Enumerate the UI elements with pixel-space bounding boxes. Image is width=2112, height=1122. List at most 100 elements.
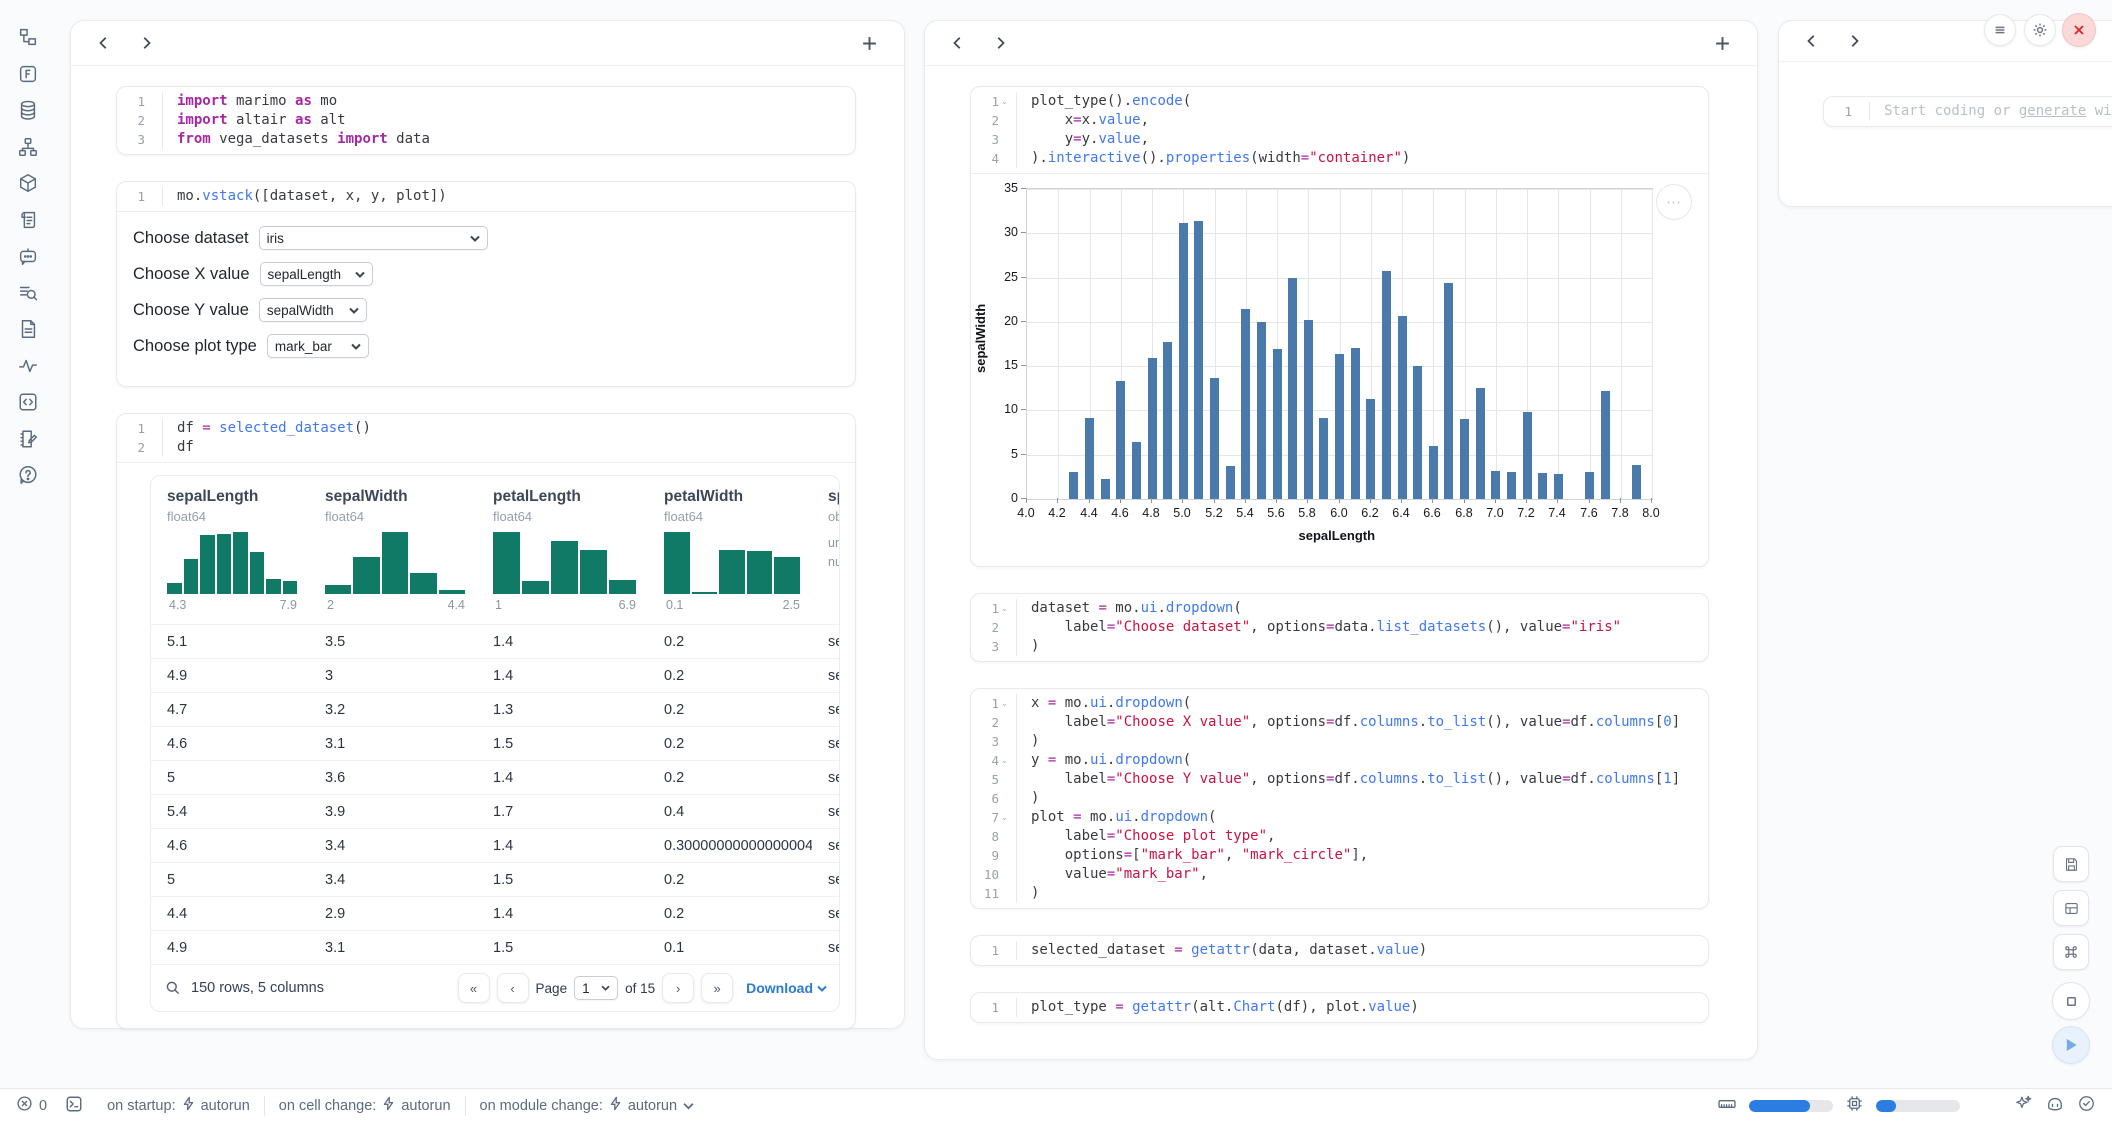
terminal-button[interactable] bbox=[65, 1095, 83, 1117]
fold-marker-icon[interactable]: ⌄ bbox=[999, 603, 1010, 614]
selected-dataset-cell[interactable]: 1selected_dataset = getattr(data, datase… bbox=[970, 935, 1709, 966]
packages-icon[interactable] bbox=[16, 171, 40, 195]
code-line[interactable]: ).interactive().properties(width="contai… bbox=[1017, 149, 1410, 168]
runtime-config-item[interactable]: on module change:autorun bbox=[480, 1096, 695, 1115]
code-line[interactable]: from vega_datasets import data bbox=[163, 130, 430, 149]
choose-type-select[interactable]: mark_bar bbox=[267, 334, 369, 358]
bar-chart-plot-area[interactable] bbox=[1026, 188, 1653, 500]
code-icon[interactable] bbox=[16, 390, 40, 414]
check-circle-icon[interactable] bbox=[2077, 1094, 2096, 1117]
page-select[interactable]: 1 bbox=[574, 976, 618, 1000]
table-row[interactable]: 4.93.11.50.1setosa bbox=[151, 930, 839, 964]
empty-code-cell[interactable]: 1 Start coding or generate with AI bbox=[1823, 96, 2112, 127]
documentation-icon[interactable] bbox=[16, 208, 40, 232]
interrupt-button[interactable] bbox=[2052, 982, 2090, 1020]
code-line[interactable]: ) bbox=[1017, 637, 1039, 656]
vstack-cell[interactable]: 1mo.vstack([dataset, x, y, plot])Choose … bbox=[116, 181, 856, 387]
column-header[interactable]: sepalWidthfloat6424.4 bbox=[309, 476, 477, 624]
add-cell-button[interactable] bbox=[1714, 35, 1731, 52]
choose-value-select[interactable]: sepalWidth bbox=[259, 298, 367, 322]
prev-page-button[interactable]: ‹ bbox=[497, 973, 529, 1003]
table-row[interactable]: 4.63.11.50.2setosa bbox=[151, 726, 839, 760]
first-page-button[interactable]: « bbox=[458, 973, 490, 1003]
fold-marker-icon[interactable]: ⌄ bbox=[999, 96, 1010, 107]
dependency-graph-icon[interactable] bbox=[16, 135, 40, 159]
tracing-icon[interactable] bbox=[16, 354, 40, 378]
chevron-left-icon[interactable] bbox=[1805, 33, 1821, 49]
plot-cell[interactable]: 1⌄plot_type().encode(2 x=x.value,3 y=y.v… bbox=[970, 86, 1709, 567]
code-line[interactable]: y=y.value, bbox=[1017, 130, 1149, 149]
table-row[interactable]: 4.931.40.2setosa bbox=[151, 658, 839, 692]
code-line[interactable]: mo.vstack([dataset, x, y, plot]) bbox=[163, 187, 447, 206]
chevron-left-icon[interactable] bbox=[97, 35, 113, 51]
column-header[interactable]: petalLengthfloat6416.9 bbox=[477, 476, 648, 624]
datasources-icon[interactable] bbox=[16, 98, 40, 122]
code-line[interactable]: df bbox=[163, 438, 194, 457]
code-line[interactable]: df = selected_dataset() bbox=[163, 419, 371, 438]
dataset-dropdown-cell[interactable]: 1⌄dataset = mo.ui.dropdown(2 label="Choo… bbox=[970, 593, 1709, 662]
code-line[interactable]: x=x.value, bbox=[1017, 111, 1149, 130]
code-line[interactable]: ) bbox=[1017, 732, 1039, 751]
download-button[interactable]: Download bbox=[746, 980, 827, 996]
code-placeholder[interactable]: Start coding or generate with AI bbox=[1870, 102, 2112, 121]
column-header[interactable]: petalWidthfloat640.12.5 bbox=[648, 476, 812, 624]
code-line[interactable]: ) bbox=[1017, 789, 1039, 808]
settings-button[interactable] bbox=[2024, 14, 2056, 46]
column-header[interactable]: speciesobjectunique:nulls: bbox=[812, 476, 839, 624]
dataframe-cell[interactable]: 1df = selected_dataset()2dfsepalLengthfl… bbox=[116, 413, 856, 1029]
file-explorer-icon[interactable] bbox=[16, 25, 40, 49]
code-line[interactable]: label="Choose dataset", options=data.lis… bbox=[1017, 618, 1621, 637]
search-icon[interactable] bbox=[165, 980, 181, 996]
table-row[interactable]: 4.42.91.40.2setosa bbox=[151, 896, 839, 930]
scratchpad-icon[interactable] bbox=[16, 427, 40, 451]
plot-type-cell[interactable]: 1plot_type = getattr(alt.Chart(df), plot… bbox=[970, 992, 1709, 1023]
logs-icon[interactable] bbox=[16, 281, 40, 305]
error-counter[interactable]: 0 bbox=[16, 1095, 47, 1116]
table-row[interactable]: 4.73.21.30.2setosa bbox=[151, 692, 839, 726]
code-line[interactable]: x = mo.ui.dropdown( bbox=[1017, 694, 1191, 713]
add-cell-button[interactable] bbox=[861, 35, 878, 52]
chevron-right-icon[interactable] bbox=[1847, 33, 1863, 49]
choose-dataset-select[interactable]: iris bbox=[259, 226, 488, 250]
code-line[interactable]: options=["mark_bar", "mark_circle"], bbox=[1017, 846, 1368, 865]
layout-button[interactable] bbox=[2053, 890, 2089, 926]
fold-marker-icon[interactable]: ⌄ bbox=[999, 755, 1010, 766]
next-page-button[interactable]: › bbox=[662, 973, 694, 1003]
runtime-config-item[interactable]: on cell change:autorun bbox=[279, 1096, 451, 1115]
close-button[interactable] bbox=[2062, 13, 2096, 47]
table-row[interactable]: 5.43.91.70.4setosa bbox=[151, 794, 839, 828]
runtime-config-item[interactable]: on startup:autorun bbox=[107, 1096, 250, 1115]
table-row[interactable]: 53.61.40.2setosa bbox=[151, 760, 839, 794]
column-header[interactable]: sepalLengthfloat644.37.9 bbox=[151, 476, 309, 624]
chevron-right-icon[interactable] bbox=[139, 35, 155, 51]
code-line[interactable]: label="Choose Y value", options=df.colum… bbox=[1017, 770, 1680, 789]
table-row[interactable]: 4.63.41.40.30000000000000004setosa bbox=[151, 828, 839, 862]
table-row[interactable]: 53.41.50.2setosa bbox=[151, 862, 839, 896]
run-button[interactable] bbox=[2052, 1026, 2090, 1064]
code-line[interactable]: ) bbox=[1017, 884, 1039, 903]
keyboard-shortcuts-button[interactable] bbox=[2053, 934, 2089, 970]
code-line[interactable]: label="Choose X value", options=df.colum… bbox=[1017, 713, 1680, 732]
sparkles-icon[interactable] bbox=[2014, 1094, 2033, 1117]
chevron-left-icon[interactable] bbox=[951, 35, 967, 51]
help-icon[interactable] bbox=[16, 463, 40, 487]
fold-marker-icon[interactable]: ⌄ bbox=[999, 698, 1010, 709]
marimo-file-icon[interactable] bbox=[16, 62, 40, 86]
save-button[interactable] bbox=[2053, 846, 2089, 882]
code-line[interactable]: plot = mo.ui.dropdown( bbox=[1017, 808, 1216, 827]
code-line[interactable]: label="Choose plot type", bbox=[1017, 827, 1275, 846]
snippets-icon[interactable] bbox=[16, 317, 40, 341]
chat-icon[interactable] bbox=[16, 244, 40, 268]
last-page-button[interactable]: » bbox=[701, 973, 733, 1003]
choose-value-select[interactable]: sepalLength bbox=[260, 262, 373, 286]
code-line[interactable]: y = mo.ui.dropdown( bbox=[1017, 751, 1191, 770]
fold-marker-icon[interactable]: ⌄ bbox=[999, 812, 1010, 823]
menu-button[interactable] bbox=[1984, 14, 2016, 46]
xyplot-dropdowns-cell[interactable]: 1⌄x = mo.ui.dropdown(2 label="Choose X v… bbox=[970, 688, 1709, 909]
code-line[interactable]: plot_type = getattr(alt.Chart(df), plot.… bbox=[1017, 998, 1419, 1017]
chevron-right-icon[interactable] bbox=[993, 35, 1009, 51]
code-line[interactable]: plot_type().encode( bbox=[1017, 92, 1191, 111]
code-line[interactable]: selected_dataset = getattr(data, dataset… bbox=[1017, 941, 1427, 960]
code-line[interactable]: import marimo as mo bbox=[163, 92, 337, 111]
code-line[interactable]: import altair as alt bbox=[163, 111, 346, 130]
